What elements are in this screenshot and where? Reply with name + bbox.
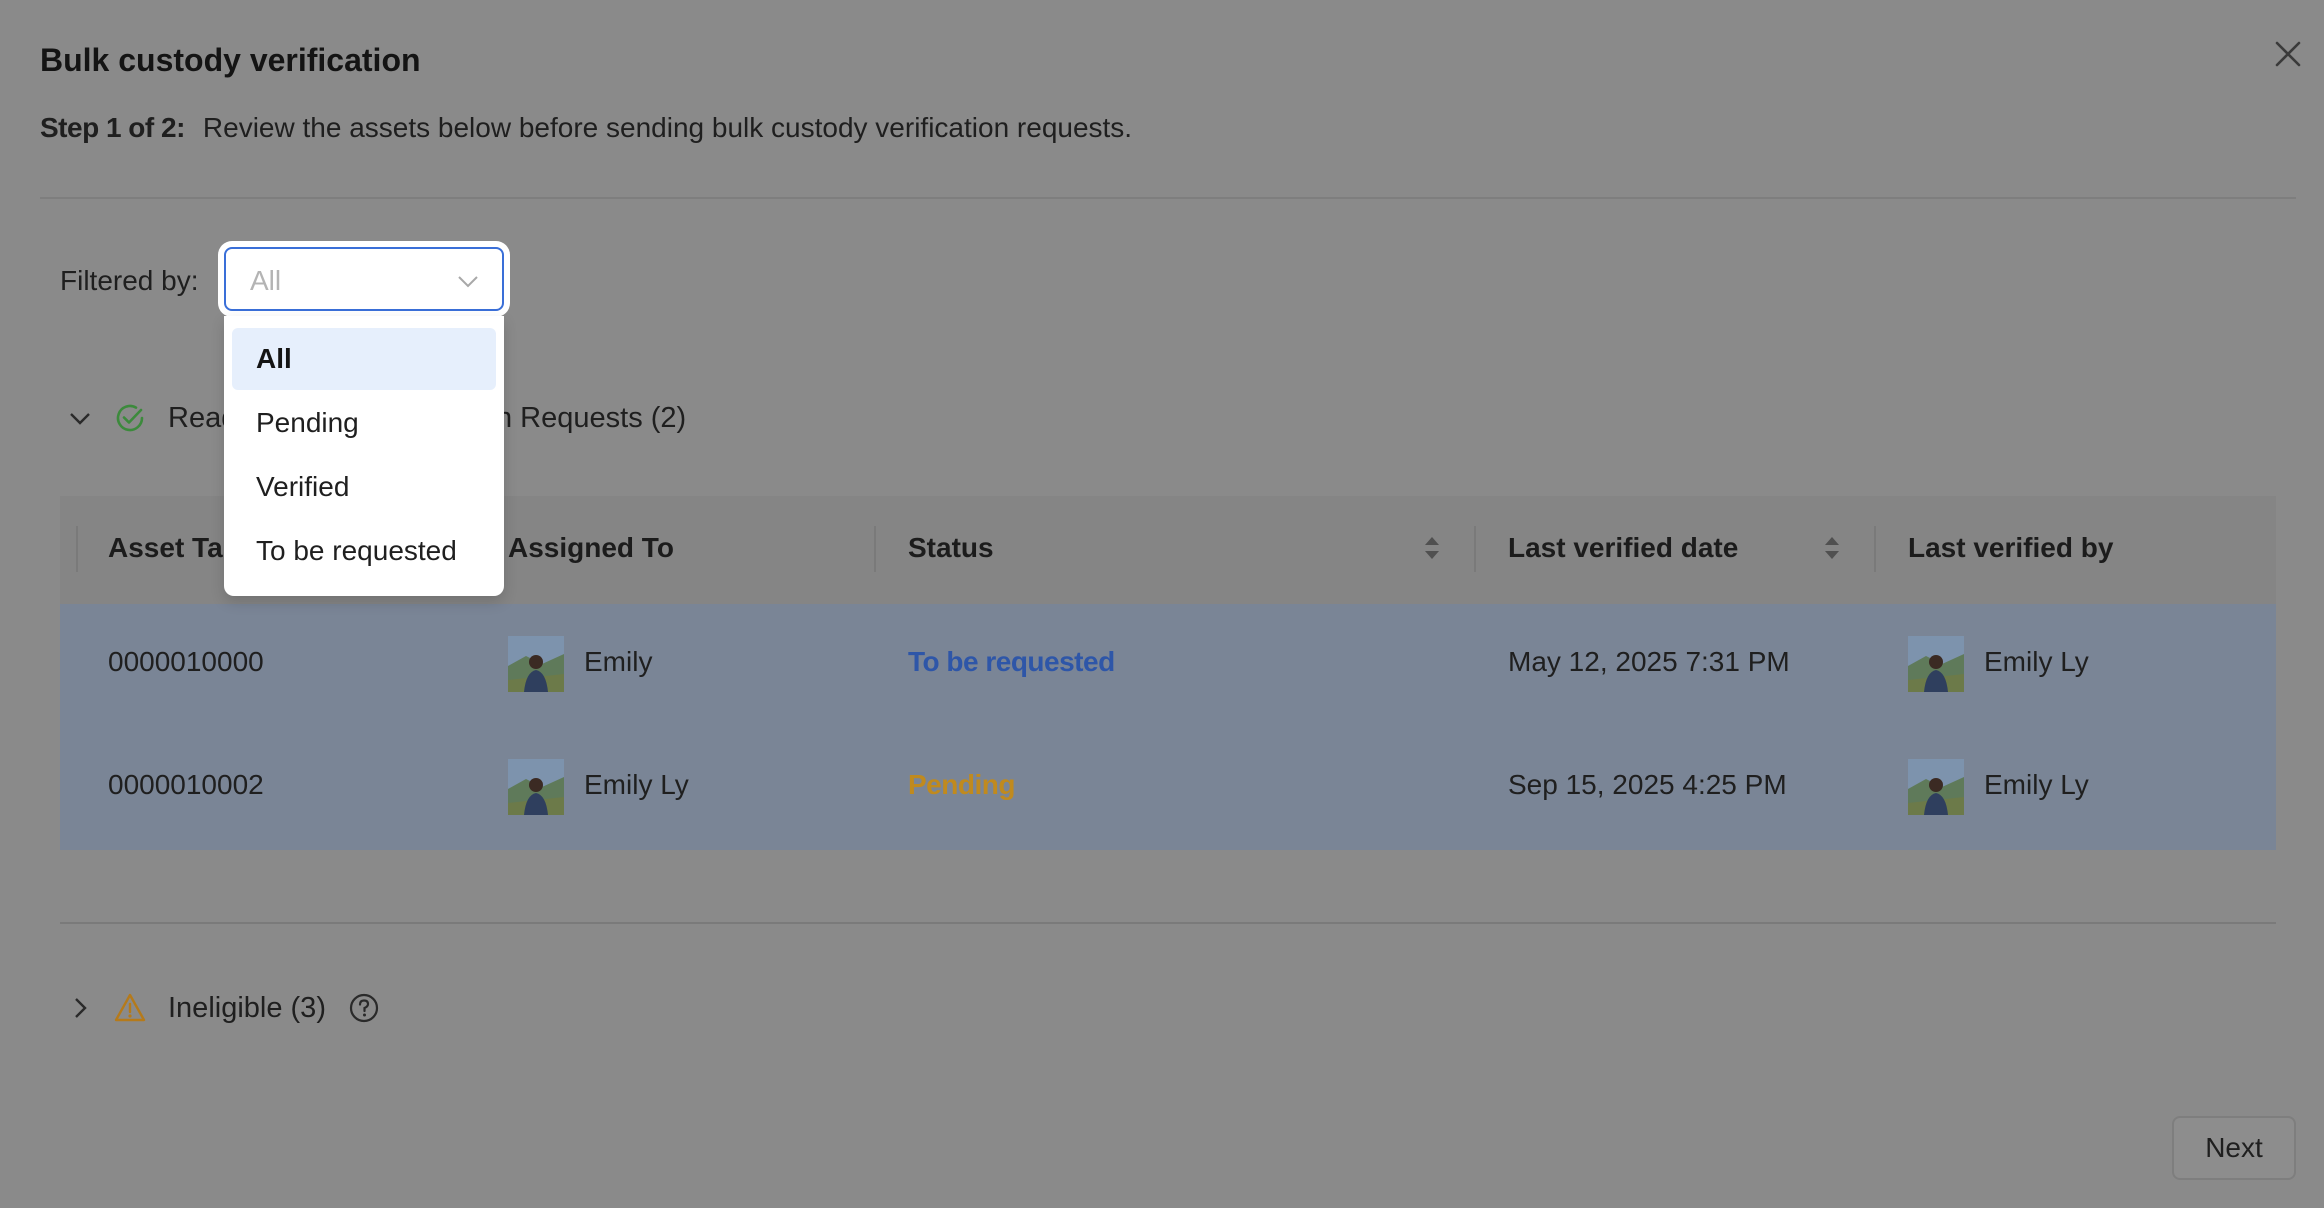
- next-button[interactable]: Next: [2172, 1116, 2296, 1180]
- avatar: [1908, 759, 1964, 815]
- divider: [60, 922, 2276, 924]
- last-verified-date-cell: Sep 15, 2025 4:25 PM: [1508, 769, 1787, 800]
- table-row[interactable]: 0000010000 Emily To be requested May 12,…: [60, 604, 2276, 727]
- step-description: Step 1 of 2: Review the assets below befo…: [40, 112, 1132, 144]
- sort-icon[interactable]: [1422, 532, 1442, 564]
- last-verified-date-cell: May 12, 2025 7:31 PM: [1508, 646, 1790, 677]
- table-row[interactable]: 0000010002 Emily Ly Pending Sep 15, 2025…: [60, 727, 2276, 850]
- avatar: [508, 759, 564, 815]
- filter-option-to-be-requested[interactable]: To be requested: [232, 520, 496, 582]
- column-header-status[interactable]: Status: [908, 532, 994, 564]
- last-verified-by-cell: Emily Ly: [1984, 646, 2089, 677]
- filter-select-value: All: [250, 265, 282, 296]
- status-badge: To be requested: [908, 646, 1115, 677]
- column-header-last-verified-by: Last verified by: [1908, 532, 2114, 563]
- chevron-down-icon[interactable]: [66, 404, 94, 432]
- assigned-to-cell: Emily: [584, 646, 653, 677]
- sort-icon[interactable]: [1822, 532, 1842, 564]
- avatar: [508, 636, 564, 692]
- column-separator: [1874, 526, 1876, 572]
- status-badge: Pending: [908, 769, 1015, 800]
- column-header-last-verified-date[interactable]: Last verified date: [1508, 532, 1738, 564]
- divider: [40, 197, 2296, 199]
- filter-option-all[interactable]: All: [232, 328, 496, 390]
- column-header-assigned-to: Assigned To: [508, 532, 674, 563]
- last-verified-by-cell: Emily Ly: [1984, 769, 2089, 800]
- chevron-down-icon: [456, 269, 480, 293]
- asset-tag-cell: 0000010002: [108, 769, 264, 800]
- check-circle-icon: [114, 402, 146, 434]
- step-label: Step 1 of 2:: [40, 112, 185, 143]
- filter-select[interactable]: All: [224, 247, 504, 311]
- help-icon[interactable]: [348, 992, 380, 1024]
- modal-title: Bulk custody verification: [40, 42, 421, 78]
- chevron-right-icon[interactable]: [66, 994, 94, 1022]
- assigned-to-cell: Emily Ly: [584, 769, 689, 800]
- filter-label: Filtered by:: [60, 265, 199, 296]
- column-separator: [874, 526, 876, 572]
- filter-option-verified[interactable]: Verified: [232, 456, 496, 518]
- warning-icon: [114, 992, 146, 1024]
- column-separator: [76, 526, 78, 572]
- step-text: Review the assets below before sending b…: [202, 112, 1133, 143]
- asset-tag-cell: 0000010000: [108, 646, 264, 677]
- filter-option-pending[interactable]: Pending: [232, 392, 496, 454]
- group-ready-label-end: n Requests (2): [496, 402, 687, 434]
- avatar: [1908, 636, 1964, 692]
- bulk-custody-modal: Bulk custody verification Step 1 of 2: Re…: [0, 0, 2324, 1208]
- column-separator: [1474, 526, 1476, 572]
- column-header-asset-tag: Asset Ta: [108, 532, 223, 563]
- filter-dropdown-menu: All Pending Verified To be requested: [224, 316, 504, 596]
- group-ineligible-label: Ineligible (3): [168, 992, 326, 1024]
- close-icon[interactable]: [2270, 36, 2306, 72]
